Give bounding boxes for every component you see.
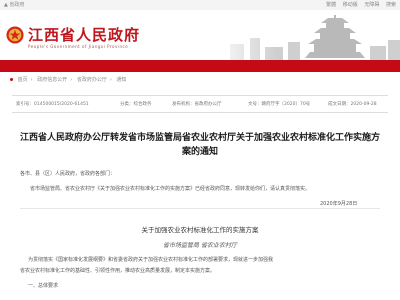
document-title-line2: 案的通知 <box>181 147 218 157</box>
meta-category: 分类：综合政务 <box>120 102 152 107</box>
document-title: 江西省人民政府办公厅转发省市场监管局省农业农村厅关于加强农业农村标准化工作实施方… <box>20 131 380 159</box>
meta-publisher: 发布机构：省政府办公厅 <box>172 102 222 107</box>
gov-site-subtitle: People's Government of Jiangxi Province <box>28 44 129 49</box>
document-sign-date: 2020年9月28日 <box>320 201 358 207</box>
breadcrumb-item-info[interactable]: 政府信息公开 <box>37 77 67 83</box>
document-meta-table: 索引号：014500015/2020-61451 分类：综合政务 发布机构：省政… <box>12 95 388 113</box>
meta-index-no: 索引号：014500015/2020-61451 <box>16 102 89 107</box>
breadcrumb-item-notice[interactable]: 通知 <box>116 77 126 83</box>
attachment-section-heading: 一、总体要求 <box>28 283 59 289</box>
topbar-link-accessibility[interactable]: 无障碍 <box>364 2 379 8</box>
attachment-title: 关于加强农业农村标准化工作的实施方案 <box>141 226 259 234</box>
site-header: 江西省人民政府 People's Government of Jiangxi P… <box>0 10 400 60</box>
national-emblem-icon <box>6 26 24 44</box>
meta-doc-no: 文号：赣府厅字〔2020〕70号 <box>248 102 311 107</box>
tengwang-pavilion-skyline-illustration <box>210 14 400 60</box>
attachment-body-line1: 为贯彻落实《国家标准化发展纲要》和省委省政府关于加强农业农村标准化工作的部署要求… <box>28 257 274 263</box>
document-addressee: 各市、县（区）人民政府，省政府各部门： <box>20 171 116 177</box>
divider <box>20 208 380 209</box>
attachment-body-line2: 省农业农村标准化工作的基础性、引领性作用，推动农业高质量发展，制定本实施方案。 <box>20 268 216 274</box>
main-nav-bar <box>0 60 400 72</box>
document-body-paragraph: 省市场监管局、省农业农村厅《关于加强农业农村标准化工作的实施方案》已经省政府同意… <box>30 186 311 192</box>
topbar-link-mobile[interactable]: 移动版 <box>343 2 358 8</box>
topbar-link-traditional[interactable]: 繁體 <box>326 2 336 8</box>
topbar-links: 繁體 移动版 无障碍 搜索 <box>321 1 396 8</box>
breadcrumb: 首页 › 政府信息公开 › 省政府办公厅 › 通知 <box>10 76 129 83</box>
breadcrumb-item-office[interactable]: 省政府办公厅 <box>77 77 107 83</box>
topbar-link-search[interactable]: 搜索 <box>386 2 396 8</box>
gov-site-title[interactable]: 江西省人民政府 <box>28 24 140 45</box>
attachment-issuers: 省市场监管局 省农业农村厅 <box>163 242 237 249</box>
topbar-home-link[interactable]: ▲ 省政府 <box>4 1 24 8</box>
document-title-line1: 江西省人民政府办公厅转发省市场监管局省农业农村厅关于加强农业农村标准化工作实施方 <box>20 133 381 143</box>
breadcrumb-item-home[interactable]: 首页 <box>18 77 28 83</box>
location-icon <box>10 78 13 81</box>
meta-date: 成文日期：2020-09-28 <box>328 102 377 107</box>
